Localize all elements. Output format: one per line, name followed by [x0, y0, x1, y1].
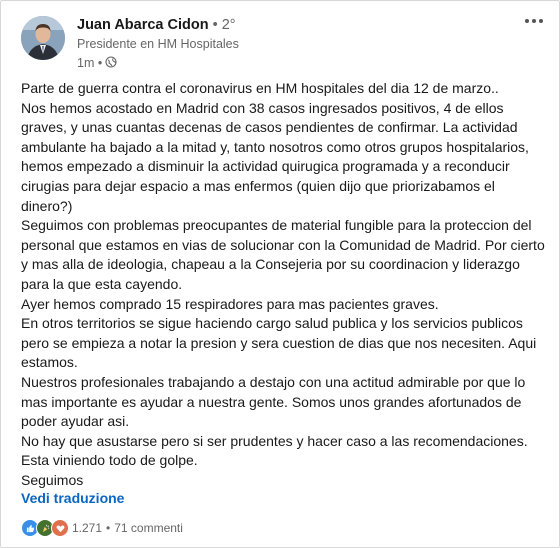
more-dot — [525, 19, 529, 23]
author-meta: Juan Abarca Cidon • 2° Presidente en HM … — [77, 16, 239, 72]
author-name[interactable]: Juan Abarca Cidon — [77, 17, 209, 33]
post-body-line: Nos hemos acostado en Madrid con 38 caso… — [21, 99, 529, 214]
comments-count[interactable]: 71 commenti — [114, 521, 183, 535]
connection-degree: • 2° — [208, 17, 236, 33]
social-counts: 1.271 • 71 commenti — [21, 519, 183, 537]
post-timestamp: 1m • — [77, 56, 103, 71]
post-body-line: No hay que asustarse pero si ser prudent… — [21, 432, 528, 469]
separator: • — [106, 521, 111, 535]
reaction-icons[interactable] — [21, 519, 69, 537]
author-headline: Presidente en HM Hospitales — [77, 37, 239, 52]
globe-icon — [105, 56, 117, 73]
post-body-line: Ayer hemos comprado 15 respiradores para… — [21, 295, 439, 312]
author-name-row: Juan Abarca Cidon • 2° — [77, 16, 239, 34]
avatar-image — [21, 16, 65, 60]
author-avatar[interactable] — [21, 16, 65, 60]
post-body-line: Seguimos con problemas preocupantes de m… — [21, 217, 545, 292]
post-header: Juan Abarca Cidon • 2° Presidente en HM … — [21, 16, 239, 72]
post-card: Juan Abarca Cidon • 2° Presidente en HM … — [0, 0, 560, 548]
post-body-line: Parte de guerra contra el coronavirus en… — [21, 80, 499, 96]
post-body: Parte de guerra contra el coronavirus en… — [21, 79, 546, 490]
reaction-count[interactable]: 1.271 — [72, 521, 102, 535]
more-dot — [539, 19, 543, 23]
post-body-line: Seguimos — [21, 471, 84, 488]
love-icon — [51, 519, 69, 537]
post-body-line: En otros territorios se sigue haciendo c… — [21, 315, 537, 371]
post-time-row: 1m • — [77, 56, 239, 73]
see-translation-link[interactable]: Vedi traduzione — [21, 490, 124, 506]
post-body-line: Nuestros profesionales trabajando a dest… — [21, 373, 526, 430]
more-dot — [532, 19, 536, 23]
more-horizontal-icon[interactable] — [525, 19, 543, 23]
